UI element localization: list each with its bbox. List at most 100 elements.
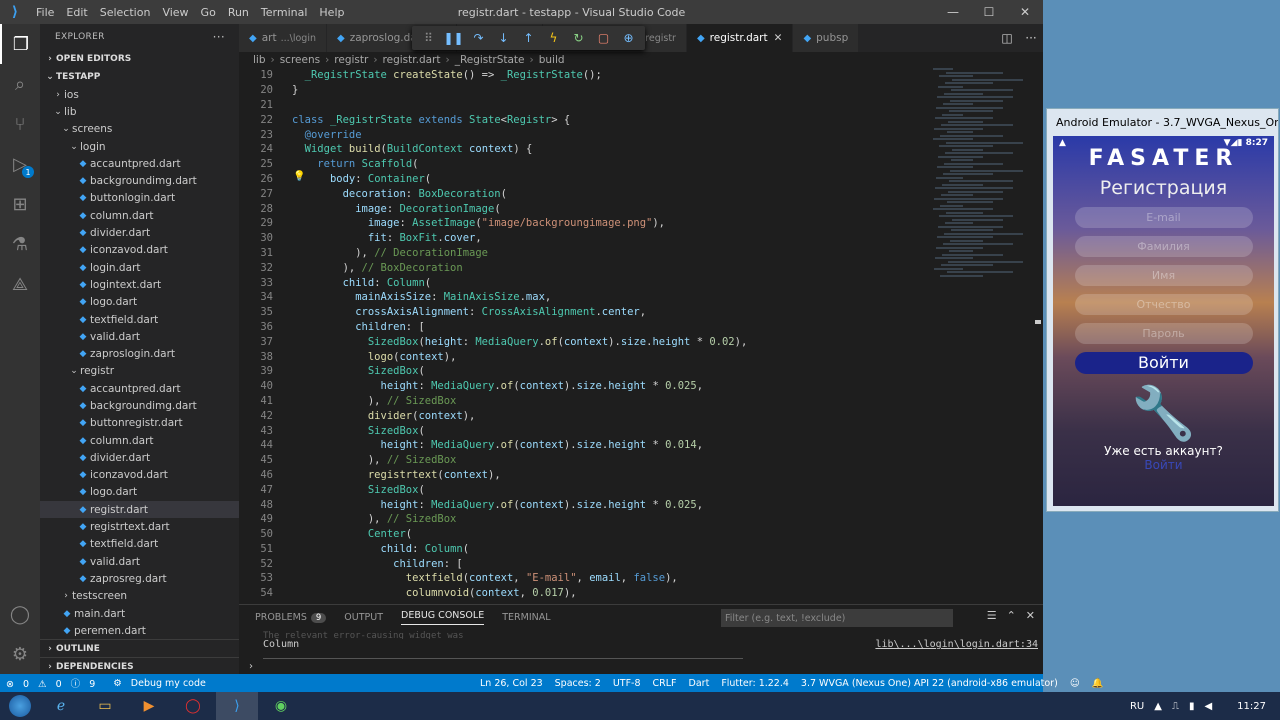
restart-icon[interactable]: ↻ [566,31,591,45]
code-line[interactable]: 24 Widget build(BuildContext context) { [239,142,939,157]
tree-file[interactable]: ◆ textfield.dart [40,536,239,553]
menu-help[interactable]: Help [313,6,350,19]
code-line[interactable]: 27 decoration: BoxDecoration( [239,186,939,201]
remote-icon[interactable]: ⟁ [0,264,40,304]
cursor-position[interactable]: Ln 26, Col 23 [480,678,543,689]
code-line[interactable]: 21 [239,98,939,113]
code-line[interactable]: 19 _RegistrState createState() => _Regis… [239,68,939,83]
notifications-bell-icon[interactable]: 🔔 [1092,678,1104,689]
clock[interactable]: 11:27 [1237,701,1266,712]
ie-icon[interactable]: ℯ [40,692,82,720]
usb-icon[interactable]: ⎍ [1172,701,1179,712]
code-line[interactable]: 29 image: AssetImage("image/backgroungim… [239,216,939,231]
maximize-icon[interactable]: ☐ [971,0,1007,24]
tree-folder[interactable]: › testscreen [40,588,239,605]
tree-folder[interactable]: ⌄ lib [40,103,239,120]
tree-file[interactable]: ◆ logintext.dart [40,276,239,293]
volume-icon[interactable]: ◀ [1204,701,1212,712]
breadcrumb-item[interactable]: build [539,54,565,66]
login-link[interactable]: Войти [1053,458,1274,472]
minimap[interactable] [933,68,1033,288]
code-line[interactable]: 43 SizedBox( [239,423,939,438]
indentation[interactable]: Spaces: 2 [555,678,601,689]
start-button[interactable] [0,692,40,720]
code-line[interactable]: 41 ), // SizedBox [239,394,939,409]
code-line[interactable]: 30 fit: BoxFit.cover, [239,231,939,246]
code-line[interactable]: 22 class _RegistrState extends State<Regi… [239,112,939,127]
menu-run[interactable]: Run [222,6,255,19]
tree-file[interactable]: ◆ divider.dart [40,449,239,466]
tree-file[interactable]: ◆ logo.dart [40,294,239,311]
menu-terminal[interactable]: Terminal [255,6,314,19]
tree-folder[interactable]: ⌄ registr [40,363,239,380]
step-into-icon[interactable]: ↓ [491,31,516,45]
search-icon[interactable]: ⌕ [0,64,40,104]
code-line[interactable]: 52 children: [ [239,556,939,571]
code-line[interactable]: 37 SizedBox(height: MediaQuery.of(contex… [239,334,939,349]
tree-file[interactable]: ◆ accauntpred.dart [40,380,239,397]
maximize-panel-icon[interactable]: ⌃ [1007,609,1016,622]
tree-file[interactable]: ◆ zaproslogin.dart [40,345,239,362]
step-over-icon[interactable]: ↷ [466,31,491,45]
language-mode[interactable]: Dart [689,678,710,689]
editor-tab[interactable]: ◆ pubsp [793,24,860,52]
editor-tab[interactable]: ◆ registr.dart ✕ [686,24,794,52]
explorer-folder-icon[interactable]: ▭ [84,692,126,720]
code-line[interactable]: 32 ), // BoxDecoration [239,260,939,275]
tree-file[interactable]: ◆ logo.dart [40,484,239,501]
lightbulb-icon[interactable]: 💡 [293,171,305,182]
tree-file[interactable]: ◆ login.dart [40,259,239,276]
tree-file[interactable]: ◆ column.dart [40,207,239,224]
console-filter-input[interactable]: Filter (e.g. text, !exclude) [721,609,953,627]
step-out-icon[interactable]: ↑ [516,31,541,45]
tree-file[interactable]: ◆ buttonlogin.dart [40,190,239,207]
settings-gear-icon[interactable]: ⚙ [0,634,40,674]
code-line[interactable]: 38 logo(context), [239,349,939,364]
editor-tab[interactable]: ◆ art ...\login [239,24,327,52]
account-icon[interactable]: ◯ [0,594,40,634]
code-line[interactable]: 51 child: Column( [239,542,939,557]
phone-screen[interactable]: ▲ ▼◢▮ 8:27 FASATER Регистрация E-mail Фа… [1053,136,1274,506]
pause-icon[interactable]: ❚❚ [441,31,466,45]
tree-file[interactable]: ◆ buttonregistr.dart [40,415,239,432]
console-prompt-icon[interactable]: › [249,661,253,672]
console-file-link[interactable]: lib\...\login\login.dart:34 [875,639,1038,650]
tree-file[interactable]: ◆ main.dart [40,605,239,622]
vscode-taskbar-icon[interactable]: ⟩ [216,692,258,720]
tree-file[interactable]: ◆ registrtext.dart [40,518,239,535]
code-line[interactable]: 48 height: MediaQuery.of(context).size.h… [239,497,939,512]
feedback-icon[interactable]: ☺ [1070,678,1080,689]
project-section[interactable]: ⌄ TESTAPP [40,68,239,86]
close-panel-icon[interactable]: ✕ [1026,609,1035,622]
flutter-version[interactable]: Flutter: 1.22.4 [721,678,789,689]
menu-edit[interactable]: Edit [60,6,93,19]
code-line[interactable]: 35 crossAxisAlignment: CrossAxisAlignmen… [239,305,939,320]
code-line[interactable]: 49 ), // SizedBox [239,512,939,527]
tree-file[interactable]: ◆ divider.dart [40,224,239,241]
close-icon[interactable]: ✕ [1007,0,1043,24]
code-line[interactable]: 28 image: DecorationImage( [239,201,939,216]
code-line[interactable]: 42 divider(context), [239,408,939,423]
code-line[interactable]: 26 body: Container( [239,172,939,187]
stop-icon[interactable]: ▢ [591,31,616,45]
code-line[interactable]: 36 children: [ [239,320,939,335]
tree-file[interactable]: ◆ valid.dart [40,553,239,570]
tree-file[interactable]: ◆ backgroundimg.dart [40,172,239,189]
encoding[interactable]: UTF-8 [613,678,641,689]
code-line[interactable]: 34 mainAxisSize: MainAxisSize.max, [239,290,939,305]
tab-problems[interactable]: PROBLEMS 9 [255,612,327,623]
name-field[interactable]: Имя [1074,265,1253,286]
tree-file[interactable]: ◆ iconzavod.dart [40,467,239,484]
network-icon[interactable]: ▮ [1189,701,1195,712]
tree-file[interactable]: ◆ accauntpred.dart [40,155,239,172]
problems-status[interactable]: ⊗ 0 ⚠ 0 ⓘ 9 [6,676,101,690]
tab-debug-console[interactable]: DEBUG CONSOLE [401,610,485,625]
tab-output[interactable]: OUTPUT [344,612,383,623]
menu-go[interactable]: Go [195,6,222,19]
breadcrumb-item[interactable]: screens [280,54,320,66]
testing-icon[interactable]: ⚗ [0,224,40,264]
tree-file[interactable]: ◆ valid.dart [40,328,239,345]
tree-folder[interactable]: › ios [40,86,239,103]
opera-icon[interactable]: ◯ [172,692,214,720]
code-line[interactable]: 39 SizedBox( [239,364,939,379]
